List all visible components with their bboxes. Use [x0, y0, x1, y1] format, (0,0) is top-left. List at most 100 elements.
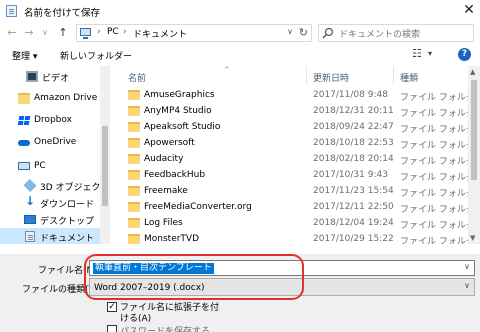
file-name: Audacity: [144, 154, 184, 164]
breadcrumb-documents[interactable]: ドキュメント: [133, 27, 187, 40]
folder-icon: [128, 90, 140, 100]
column-divider[interactable]: [306, 66, 307, 84]
folder-icon: [128, 106, 140, 116]
file-date: 2018/09/24 22:47: [313, 122, 394, 132]
file-date: 2017/10/31 9:43: [313, 170, 388, 180]
file-name: Apowersoft: [144, 138, 195, 148]
sidebar-item-label: PC: [34, 161, 46, 171]
save-thumbnail-label: パスワードを保存する: [120, 327, 211, 332]
sidebar-item-label: Amazon Drive: [34, 93, 98, 103]
up-button[interactable]: ↑: [56, 25, 70, 41]
folder-icon: [128, 234, 140, 244]
folder-icon: [128, 218, 140, 228]
extension-checkbox[interactable]: ✓: [107, 302, 117, 312]
column-header-name[interactable]: 名前: [128, 66, 146, 84]
scrollbar-thumb[interactable]: [102, 126, 108, 206]
sidebar-item-3d-objects[interactable]: 3D オブジェクト: [0, 177, 110, 195]
sidebar-item-label: ビデオ: [42, 74, 70, 84]
video-icon: [26, 71, 38, 82]
sidebar-item-dropbox[interactable]: Dropbox: [0, 112, 100, 130]
3d-objects-icon: [23, 178, 37, 193]
sidebar-item-videos[interactable]: ビデオ: [0, 68, 100, 86]
file-name: AmuseGraphics: [144, 90, 215, 100]
download-icon: [24, 194, 36, 208]
pc-icon: [80, 28, 91, 39]
file-list-scrollbar[interactable]: ▲ ▼: [468, 66, 480, 244]
column-header-type[interactable]: 種類: [400, 66, 418, 84]
column-header-date[interactable]: 更新日時: [313, 66, 349, 84]
close-button[interactable]: ✕: [458, 0, 480, 22]
sidebar-item-onedrive[interactable]: OneDrive: [0, 134, 100, 152]
breadcrumb-pc[interactable]: PC: [107, 27, 119, 37]
folder-icon: [128, 154, 140, 164]
forward-button[interactable]: →: [22, 25, 36, 41]
file-date: 2017/11/08 9:48: [313, 90, 388, 100]
folder-icon: [128, 122, 140, 132]
sidebar-item-desktop[interactable]: デスクトップ: [0, 211, 100, 229]
folder-icon: [128, 202, 140, 212]
file-type: ファイル フォルダー: [400, 237, 468, 244]
file-date: 2017/11/23 15:54: [313, 186, 394, 196]
path-box[interactable]: › PC › ドキュメント ∨ ↻: [76, 24, 312, 42]
chevron-down-icon[interactable]: ∨: [464, 262, 470, 271]
help-icon[interactable]: ?: [458, 48, 471, 61]
navigation-scrollbar[interactable]: [100, 66, 110, 244]
recent-locations-button[interactable]: ∨: [38, 25, 52, 41]
folder-icon: [18, 93, 30, 104]
file-date: 2018/12/31 20:11: [313, 106, 394, 116]
sidebar-item-label: ダウンロード: [40, 200, 95, 210]
dropbox-icon: [18, 115, 30, 126]
folder-icon: [128, 186, 140, 196]
command-bar: 整理 ▾ 新しいフォルダー ☷ ▾: [0, 44, 480, 66]
view-options-icon[interactable]: ☷: [412, 47, 422, 60]
title-bar: 名前を付けて保存 ✕: [0, 0, 480, 22]
chevron-down-icon[interactable]: ∨: [464, 281, 470, 290]
filename-value: 執筆直前・目次テンプレート: [93, 263, 214, 274]
file-name: MonsterTVD: [144, 234, 200, 244]
file-date: 2018/02/18 20:14: [313, 154, 394, 164]
onedrive-icon: [18, 137, 30, 148]
breadcrumb-separator: ›: [123, 27, 127, 37]
new-folder-button[interactable]: 新しいフォルダー: [60, 49, 132, 62]
folder-icon: [128, 170, 140, 180]
file-name: Apeaksoft Studio: [144, 122, 221, 132]
file-name: Log Files: [144, 218, 183, 228]
save-thumbnail-checkbox[interactable]: [107, 325, 117, 332]
file-row[interactable]: MonsterTVD 2017/10/29 15:22 ファイル フォルダー: [116, 230, 468, 244]
file-name: Freemake: [144, 186, 188, 196]
view-dropdown-icon[interactable]: ▾: [428, 49, 432, 58]
scroll-down-icon[interactable]: ▼: [470, 234, 475, 242]
sidebar-item-amazon-drive[interactable]: Amazon Drive: [0, 90, 100, 108]
file-date: 2017/10/29 15:22: [313, 234, 394, 244]
document-icon: [6, 5, 17, 17]
organize-button[interactable]: 整理 ▾: [12, 49, 37, 62]
sidebar-item-label: ドキュメント: [40, 234, 95, 244]
file-list: ^ 名前 更新日時 種類 AmuseGraphics 2017/11/08 9:…: [116, 66, 468, 244]
scroll-up-icon[interactable]: ▲: [470, 68, 475, 76]
navigation-pane: ビデオ Amazon Drive Dropbox OneDrive PC 3D …: [0, 66, 110, 244]
chevron-down-icon[interactable]: ∨: [287, 27, 293, 36]
search-input[interactable]: ドキュメントの検索: [318, 24, 474, 42]
sidebar-item-pc[interactable]: PC: [0, 158, 100, 176]
sidebar-item-downloads[interactable]: ダウンロード: [0, 194, 100, 212]
sidebar-item-label: デスクトップ: [40, 217, 95, 227]
file-date: 2018/10/18 22:53: [313, 138, 394, 148]
file-date: 2018/12/04 19:24: [313, 218, 394, 228]
filetype-value: Word 2007–2019 (.docx): [94, 283, 205, 293]
search-icon: [322, 27, 334, 39]
sort-caret-icon: ^: [224, 66, 230, 74]
file-name: FreeMediaConverter.org: [144, 202, 252, 212]
sidebar-item-documents[interactable]: ドキュメント: [0, 228, 100, 244]
back-button[interactable]: ←: [5, 25, 19, 41]
breadcrumb-separator: ›: [97, 27, 101, 37]
filetype-select[interactable]: Word 2007–2019 (.docx) ∨: [89, 278, 475, 296]
filename-input[interactable]: 執筆直前・目次テンプレート ∨: [89, 260, 475, 276]
window-title: 名前を付けて保存: [24, 8, 101, 19]
scrollbar-thumb[interactable]: [471, 80, 477, 180]
refresh-icon[interactable]: ↻: [299, 26, 308, 39]
sidebar-item-label: Dropbox: [34, 115, 72, 125]
documents-icon: [25, 231, 35, 242]
column-divider[interactable]: [393, 66, 394, 84]
extension-checkbox-label-cont: ける(A): [120, 314, 152, 324]
file-name: AnyMP4 Studio: [144, 106, 212, 116]
